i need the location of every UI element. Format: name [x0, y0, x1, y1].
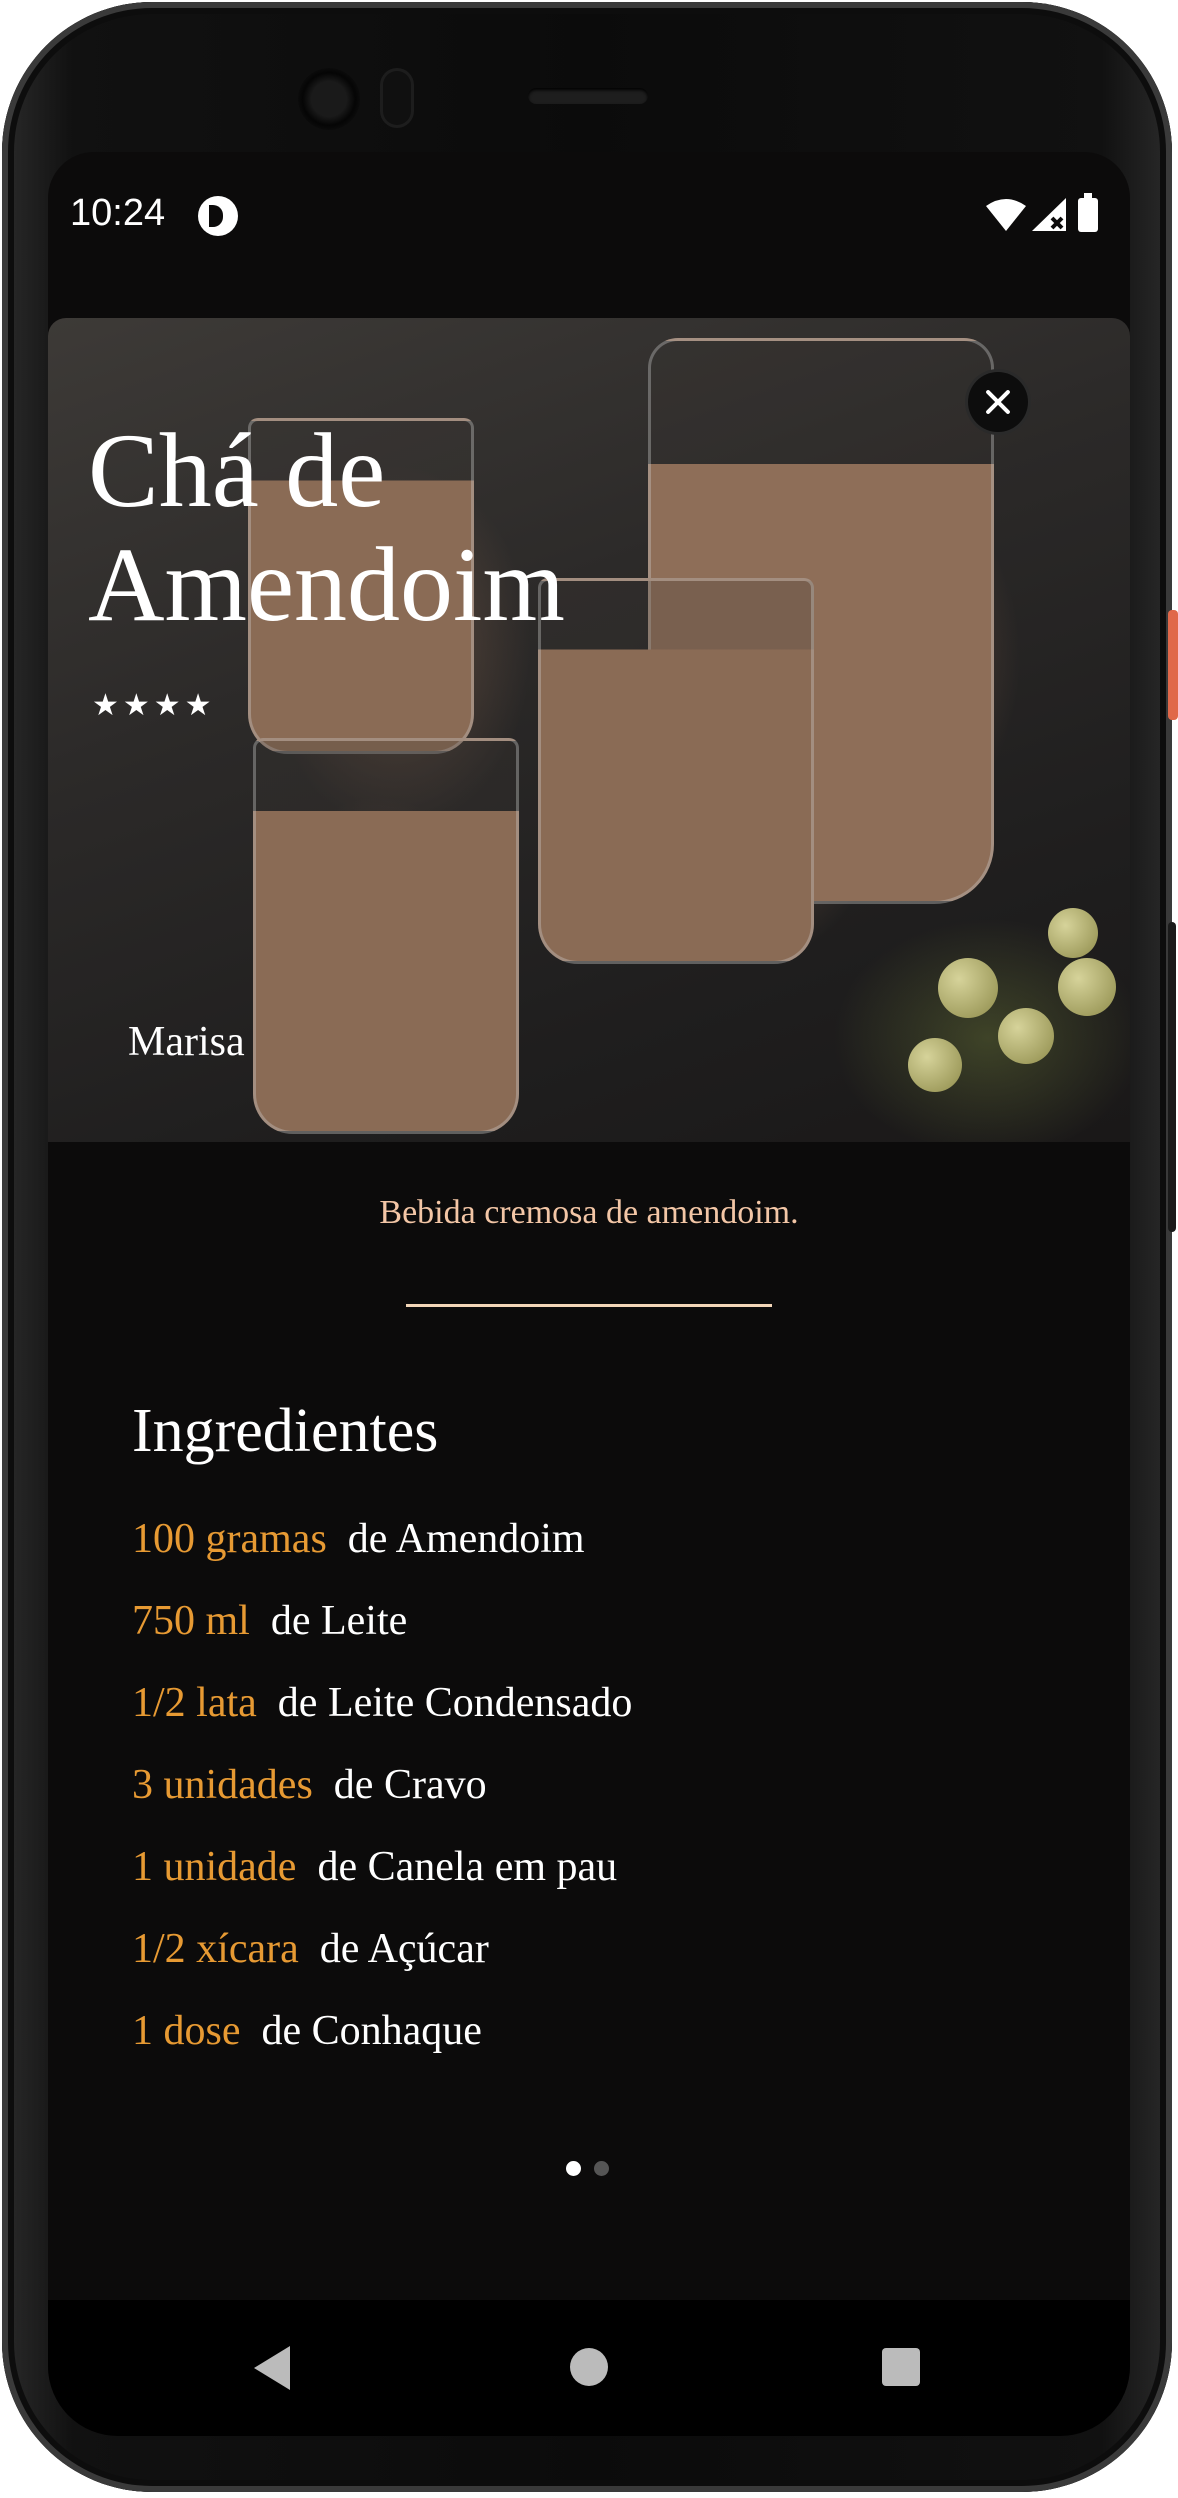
photo-grape: [998, 1008, 1054, 1064]
ingredient-item: 1/2 lata de Leite Condensado: [132, 1662, 632, 1744]
recipe-description: Bebida cremosa de amendoim.: [379, 1194, 799, 1231]
earpiece-speaker: [528, 88, 648, 104]
app-notification-icon: [198, 196, 238, 236]
ingredient-name: de Leite: [270, 1598, 408, 1644]
ingredient-name: de Amendoim: [347, 1516, 585, 1562]
recipe-title: Chá de Amendoim: [88, 414, 565, 642]
recipe-title-line1: Chá de: [88, 412, 386, 529]
photo-grape: [1048, 908, 1098, 958]
power-button: [1168, 610, 1178, 720]
ingredient-quantity: 1 unidade: [132, 1844, 297, 1890]
close-button[interactable]: [968, 372, 1028, 432]
recents-icon[interactable]: [882, 2348, 920, 2386]
ingredient-name: de Leite Condensado: [277, 1680, 633, 1726]
ingredient-name: de Canela em pau: [317, 1844, 618, 1890]
ingredient-quantity: 1/2 lata: [132, 1680, 257, 1726]
photo-grape: [938, 958, 998, 1018]
rating-stars: ★★★★: [92, 689, 216, 722]
ingredient-name: de Açúcar: [319, 1926, 489, 1972]
battery-icon: [1078, 193, 1098, 232]
ingredient-quantity: 1 dose: [132, 2008, 241, 2054]
ingredients-heading: Ingredientes: [132, 1397, 439, 1465]
photo-grape: [908, 1038, 962, 1092]
status-time: 10:24: [70, 192, 166, 234]
ingredient-quantity: 3 unidades: [132, 1762, 313, 1808]
volume-button: [1168, 922, 1176, 1232]
navigation-bar: [48, 2300, 1130, 2436]
ingredient-item: 1 dose de Conhaque: [132, 1990, 632, 2072]
ingredient-name: de Conhaque: [261, 2008, 482, 2054]
ingredient-item: 3 unidades de Cravo: [132, 1744, 632, 1826]
ingredient-name: de Cravo: [333, 1762, 487, 1808]
signal-icon: [1032, 198, 1066, 231]
page-dot-active[interactable]: [566, 2161, 581, 2176]
recipe-hero-image: Chá de Amendoim ★★★★ Marisa: [48, 318, 1130, 1142]
photo-grape: [1058, 958, 1116, 1016]
divider: [406, 1304, 772, 1307]
phone-frame: 10:24 Chá de Amendoim ★★★★ Marisa Bebida…: [2, 2, 1178, 2492]
photo-glass: [253, 738, 519, 1134]
ingredient-item: 100 gramas de Amendoim: [132, 1498, 632, 1580]
ingredient-quantity: 1/2 xícara: [132, 1926, 299, 1972]
back-icon[interactable]: [254, 2346, 290, 2390]
proximity-sensor: [380, 68, 414, 128]
recipe-title-line2: Amendoim: [88, 526, 565, 643]
ingredients-list: 100 gramas de Amendoim 750 ml de Leite 1…: [132, 1498, 632, 2072]
front-camera: [298, 68, 360, 130]
status-bar: 10:24: [48, 152, 1130, 282]
ingredient-quantity: 750 ml: [132, 1598, 250, 1644]
home-icon[interactable]: [570, 2348, 608, 2386]
ingredient-item: 1 unidade de Canela em pau: [132, 1826, 632, 1908]
wifi-icon: [986, 199, 1026, 231]
ingredient-item: 750 ml de Leite: [132, 1580, 632, 1662]
photo-glass: [538, 578, 814, 964]
page-dot[interactable]: [594, 2161, 609, 2176]
ingredient-item: 1/2 xícara de Açúcar: [132, 1908, 632, 1990]
recipe-author: Marisa: [128, 1019, 245, 1065]
ingredient-quantity: 100 gramas: [132, 1516, 327, 1562]
screen: 10:24 Chá de Amendoim ★★★★ Marisa Bebida…: [48, 152, 1130, 2436]
